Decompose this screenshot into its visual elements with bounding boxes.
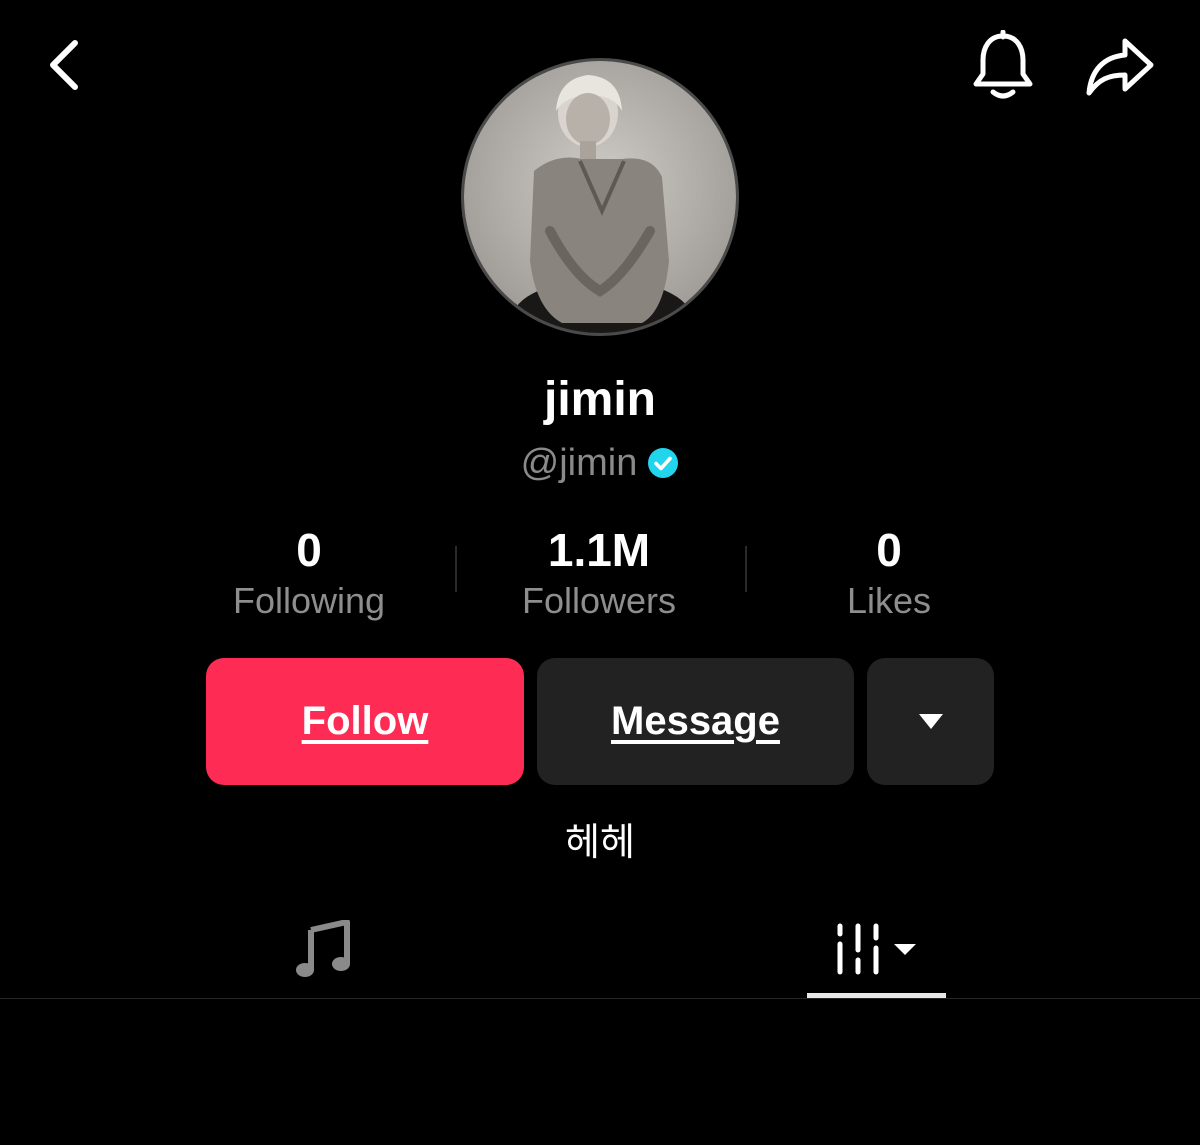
message-button[interactable]: Message [537,658,854,785]
caret-down-icon [918,713,943,729]
grid-filter-icon [837,923,916,974]
music-note-icon [295,919,350,977]
likes-label: Likes [846,580,932,621]
following-label: Following [232,580,386,621]
tab-videos-grid[interactable] [807,900,946,997]
bio-text: 헤헤 [565,822,635,864]
follow-button[interactable]: Follow [206,658,524,785]
avatar[interactable] [461,58,739,336]
likes-count: 0 [876,524,902,576]
chevron-left-icon [50,40,78,90]
tab-music[interactable] [270,900,375,997]
more-options-button[interactable] [867,658,994,785]
notification-bell-button[interactable] [966,28,1040,102]
username-handle: @jimin [520,441,638,484]
stat-followers[interactable]: 1.1M Followers [479,523,719,625]
stat-divider [455,546,457,592]
followers-count: 1.1M [547,524,651,576]
share-button[interactable] [1080,30,1160,102]
bell-icon [973,30,1033,99]
stat-likes[interactable]: 0 Likes [769,523,1009,625]
display-name: jimin [543,373,656,426]
stat-divider [745,546,747,592]
profile-photo [464,61,736,333]
verified-badge-icon [648,448,679,478]
back-button[interactable] [30,30,100,100]
following-count: 0 [296,524,322,576]
followers-label: Followers [521,580,677,621]
stat-following[interactable]: 0 Following [189,523,429,625]
share-arrow-icon [1086,38,1154,96]
handle-row: @jimin [0,438,1200,488]
tab-bar-divider [0,998,1200,999]
